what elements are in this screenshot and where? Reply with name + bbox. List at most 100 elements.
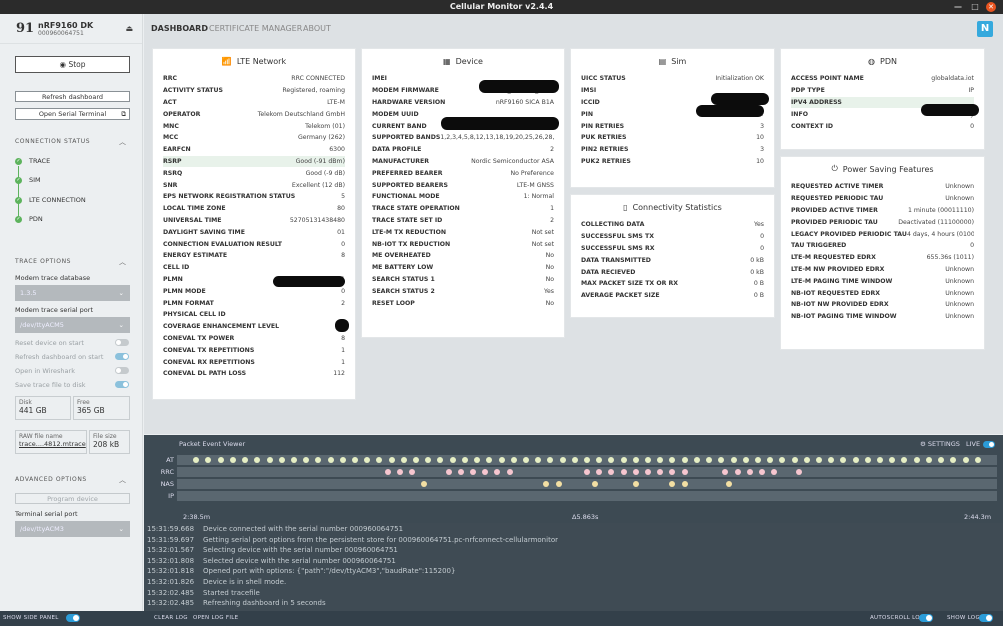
event-dot[interactable] <box>205 457 212 463</box>
event-dot[interactable] <box>742 457 749 463</box>
lane-nas[interactable] <box>177 479 997 489</box>
event-dot[interactable] <box>632 469 639 475</box>
toggle-save-trace[interactable]: Save trace file to disk <box>15 381 130 389</box>
close-icon[interactable]: ✕ <box>986 2 996 12</box>
event-dot[interactable] <box>543 481 550 487</box>
settings-button[interactable]: ⚙ SETTINGS <box>920 440 960 448</box>
event-dot[interactable] <box>445 469 452 475</box>
event-dot[interactable] <box>657 469 664 475</box>
event-dot[interactable] <box>608 457 615 463</box>
event-dot[interactable] <box>938 457 945 463</box>
tab-about[interactable]: ABOUT <box>303 24 331 33</box>
event-dot[interactable] <box>425 457 432 463</box>
chevron-up-icon[interactable]: ︿ <box>119 137 126 147</box>
event-dot[interactable] <box>913 457 920 463</box>
event-dot[interactable] <box>266 457 273 463</box>
event-dot[interactable] <box>486 457 493 463</box>
show-log-toggle[interactable] <box>979 614 993 622</box>
event-dot[interactable] <box>779 457 786 463</box>
event-dot[interactable] <box>596 469 603 475</box>
terminal-port-select[interactable]: /dev/ttyACM3 ⌄ <box>15 521 130 537</box>
minimize-icon[interactable]: — <box>953 2 963 12</box>
live-toggle[interactable]: LIVE <box>966 440 996 448</box>
event-dot[interactable] <box>547 457 554 463</box>
clear-log-button[interactable]: CLEAR LOG <box>154 615 188 621</box>
event-dot[interactable] <box>746 469 753 475</box>
event-dot[interactable] <box>413 457 420 463</box>
event-dot[interactable] <box>229 457 236 463</box>
event-dot[interactable] <box>498 457 505 463</box>
event-dot[interactable] <box>584 469 590 475</box>
toggle-refresh-on-start[interactable]: Refresh dashboard on start <box>15 353 130 361</box>
maximize-icon[interactable]: □ <box>970 2 980 12</box>
event-dot[interactable] <box>962 457 969 463</box>
event-dot[interactable] <box>596 457 603 463</box>
lane-rrc[interactable] <box>177 467 997 477</box>
event-dot[interactable] <box>388 457 395 463</box>
event-dot[interactable] <box>457 469 464 475</box>
event-dot[interactable] <box>828 457 835 463</box>
event-dot[interactable] <box>645 457 652 463</box>
lane-ip[interactable] <box>177 491 997 501</box>
toggle-reset-on-start[interactable]: Reset device on start <box>15 339 130 347</box>
event-dot[interactable] <box>510 457 517 463</box>
stop-button[interactable]: ◉ Stop <box>15 56 130 73</box>
event-dot[interactable] <box>681 481 688 487</box>
event-dot[interactable] <box>303 457 310 463</box>
event-dot[interactable] <box>864 457 871 463</box>
event-dot[interactable] <box>482 469 489 475</box>
event-dot[interactable] <box>193 457 200 463</box>
event-dot[interactable] <box>535 457 542 463</box>
event-dot[interactable] <box>400 457 407 463</box>
toggle-switch[interactable] <box>115 381 129 388</box>
event-dot[interactable] <box>706 457 713 463</box>
event-dot[interactable] <box>352 457 358 463</box>
event-dot[interactable] <box>474 457 481 463</box>
event-dot[interactable] <box>584 457 590 463</box>
event-dot[interactable] <box>217 457 224 463</box>
tab-certificate-manager[interactable]: CERTIFICATE MANAGER <box>209 24 302 33</box>
open-serial-terminal-button[interactable]: Open Serial Terminal ⧉ <box>15 108 130 120</box>
event-dot[interactable] <box>421 481 428 487</box>
event-dot[interactable] <box>408 469 415 475</box>
toggle-switch[interactable] <box>115 353 129 360</box>
program-device-button[interactable]: Program device <box>15 493 130 504</box>
event-dot[interactable] <box>376 457 383 463</box>
event-dot[interactable] <box>315 457 322 463</box>
event-dot[interactable] <box>852 457 859 463</box>
event-dot[interactable] <box>795 469 802 475</box>
event-dot[interactable] <box>327 457 334 463</box>
event-dot[interactable] <box>522 457 529 463</box>
event-dot[interactable] <box>620 469 627 475</box>
event-dot[interactable] <box>734 469 741 475</box>
event-dot[interactable] <box>877 457 884 463</box>
event-dot[interactable] <box>681 457 688 463</box>
event-dot[interactable] <box>815 457 822 463</box>
event-dot[interactable] <box>396 469 403 475</box>
toggle-switch[interactable] <box>983 440 996 448</box>
tab-dashboard[interactable]: DASHBOARD <box>151 24 208 33</box>
event-dot[interactable] <box>669 457 676 463</box>
event-dot[interactable] <box>759 469 765 475</box>
event-dot[interactable] <box>494 469 501 475</box>
event-dot[interactable] <box>290 457 297 463</box>
event-dot[interactable] <box>925 457 932 463</box>
event-dot[interactable] <box>974 457 981 463</box>
event-dot[interactable] <box>645 469 652 475</box>
open-log-file-button[interactable]: OPEN LOG FILE <box>193 615 238 621</box>
event-dot[interactable] <box>693 457 700 463</box>
event-dot[interactable] <box>950 457 957 463</box>
event-dot[interactable] <box>449 457 456 463</box>
event-dot[interactable] <box>726 481 733 487</box>
event-dot[interactable] <box>767 457 774 463</box>
event-dot[interactable] <box>608 469 615 475</box>
event-dot[interactable] <box>632 481 639 487</box>
event-dot[interactable] <box>506 469 513 475</box>
event-dot[interactable] <box>669 481 676 487</box>
event-dot[interactable] <box>681 469 688 475</box>
event-dot[interactable] <box>339 457 346 463</box>
event-dot[interactable] <box>722 469 729 475</box>
event-dot[interactable] <box>620 457 627 463</box>
event-dot[interactable] <box>278 457 285 463</box>
event-dot[interactable] <box>669 469 676 475</box>
